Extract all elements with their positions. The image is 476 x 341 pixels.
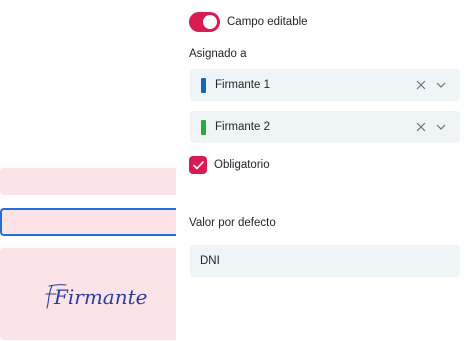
required-checkbox[interactable]	[189, 156, 207, 174]
default-value-label: Valor por defecto	[189, 217, 276, 229]
assigned-to-label: Asignado a	[189, 48, 247, 60]
signer-name: Firmante 2	[215, 121, 270, 133]
required-checkbox-row: Obligatorio	[189, 156, 270, 174]
chevron-down-icon[interactable]	[435, 79, 447, 91]
document-field[interactable]	[0, 168, 199, 195]
document-field-selected[interactable]	[0, 208, 199, 236]
close-icon[interactable]	[415, 121, 427, 133]
signature-text: Firmante 1	[53, 285, 150, 309]
editable-toggle-label: Campo editable	[227, 16, 308, 28]
close-icon[interactable]	[415, 79, 427, 91]
default-value-input[interactable]	[190, 245, 460, 277]
required-checkbox-label: Obligatorio	[214, 159, 270, 171]
signer-select-2[interactable]: Firmante 2	[190, 111, 460, 143]
chevron-down-icon[interactable]	[435, 121, 447, 133]
editable-toggle-row: Campo editable	[189, 12, 308, 32]
check-icon	[192, 160, 204, 169]
signer-color-indicator	[201, 77, 206, 93]
editable-toggle[interactable]	[189, 12, 220, 32]
signer-name: Firmante 1	[215, 79, 270, 91]
toggle-knob	[203, 15, 217, 29]
signature-image: Firmante 1	[45, 284, 150, 309]
signer-select-1[interactable]: Firmante 1	[190, 69, 460, 101]
signer-color-indicator	[201, 119, 206, 135]
